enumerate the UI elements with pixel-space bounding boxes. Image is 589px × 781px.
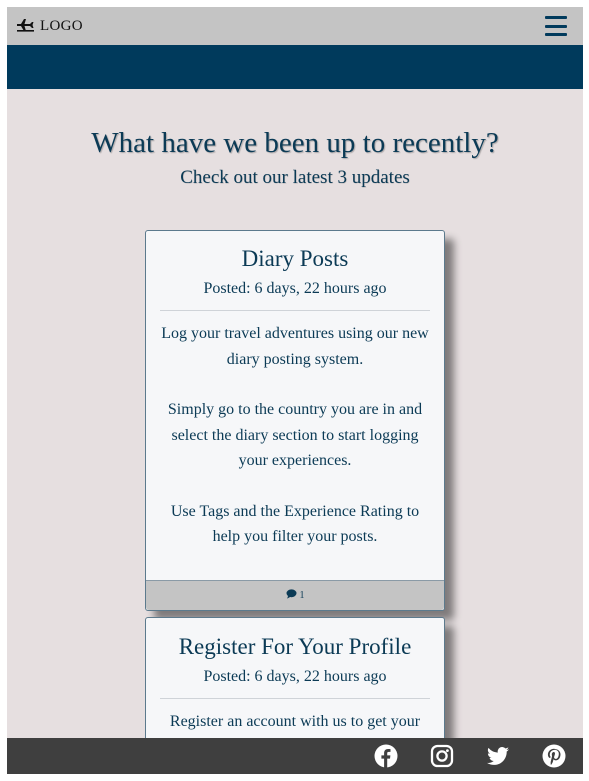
facebook-icon[interactable]	[374, 744, 398, 768]
page-subtitle: Check out our latest 3 updates	[180, 167, 410, 188]
post-date: Posted: 6 days, 22 hours ago	[203, 668, 387, 685]
page-title: What have we been up to recently?	[91, 127, 499, 159]
post-paragraph: Use Tags and the Experience Rating to he…	[170, 502, 420, 546]
post-title: Register For Your Profile	[178, 634, 412, 659]
post-paragraph: Register an account with us to get your	[169, 713, 421, 730]
footer	[7, 738, 583, 774]
page: LOGO What have we been up to recently? C…	[7, 7, 583, 774]
plane-icon	[16, 16, 36, 37]
logo[interactable]: LOGO	[16, 16, 83, 37]
pinterest-icon[interactable]	[542, 744, 566, 768]
divider	[160, 698, 430, 699]
hamburger-menu-icon[interactable]	[545, 16, 567, 36]
post-body: Log your travel adventures using our new…	[146, 321, 444, 550]
top-navbar: LOGO	[7, 7, 583, 45]
logo-text: LOGO	[40, 18, 83, 34]
comment-count: 1	[299, 590, 305, 601]
post-date: Posted: 6 days, 22 hours ago	[203, 280, 387, 297]
post-paragraph: Simply go to the country you are in and …	[167, 401, 423, 469]
post-comments-button[interactable]: 1	[146, 580, 444, 610]
header-banner	[7, 45, 583, 89]
twitter-icon[interactable]	[486, 744, 510, 768]
post-body: Register an account with us to get your	[146, 709, 444, 735]
post-title: Diary Posts	[241, 246, 349, 271]
comment-icon	[286, 589, 297, 602]
post-card: Diary Posts Posted: 6 days, 22 hours ago…	[145, 230, 445, 611]
instagram-icon[interactable]	[430, 744, 454, 768]
post-paragraph: Log your travel adventures using our new…	[161, 325, 429, 368]
divider	[160, 310, 430, 311]
